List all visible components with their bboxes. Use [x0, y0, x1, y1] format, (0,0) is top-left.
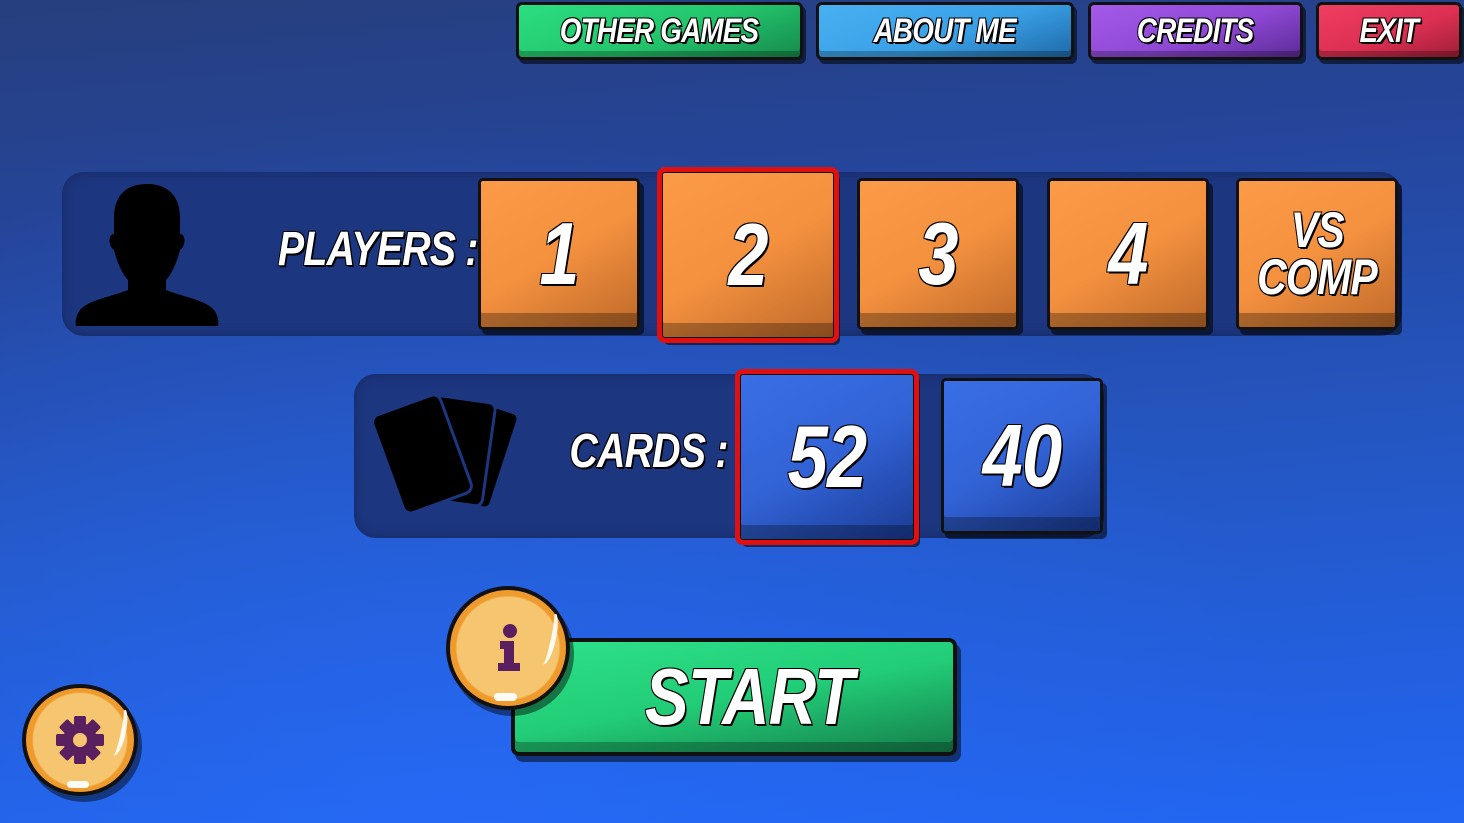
- about-me-label: About Me: [873, 11, 1018, 51]
- start-button[interactable]: Start: [511, 638, 957, 756]
- info-button[interactable]: [446, 586, 570, 710]
- gear-icon: [56, 716, 104, 764]
- coin-shine: [105, 705, 131, 757]
- players-option-vs-comp[interactable]: VS COMP: [1236, 178, 1398, 330]
- cards-option-52[interactable]: 52: [735, 369, 919, 545]
- vs-comp-line1: VS: [1290, 201, 1346, 258]
- players-label: Players :: [277, 222, 479, 277]
- other-games-label: Other Games: [559, 11, 760, 51]
- cards-option-40[interactable]: 40: [941, 378, 1103, 534]
- credits-label: Credits: [1136, 11, 1255, 51]
- players-option-2[interactable]: 2: [657, 167, 839, 343]
- card-deck-icon: [362, 388, 520, 518]
- cards-label: Cards :: [569, 424, 730, 479]
- vs-comp-line2: COMP: [1256, 249, 1378, 305]
- exit-button[interactable]: Exit: [1316, 2, 1462, 60]
- info-icon: [498, 624, 520, 671]
- players-option-3[interactable]: 3: [857, 178, 1019, 330]
- coin-shine: [67, 780, 89, 788]
- credits-button[interactable]: Credits: [1088, 2, 1303, 60]
- coin-shine: [535, 609, 563, 667]
- exit-label: Exit: [1359, 11, 1420, 51]
- players-option-4[interactable]: 4: [1047, 178, 1209, 330]
- players-option-1[interactable]: 1: [478, 178, 640, 330]
- coin-shine: [494, 693, 518, 702]
- person-silhouette-icon: [74, 182, 220, 328]
- other-games-button[interactable]: Other Games: [516, 2, 803, 60]
- about-me-button[interactable]: About Me: [816, 2, 1074, 60]
- start-label: Start: [644, 651, 855, 742]
- settings-button[interactable]: [22, 684, 138, 796]
